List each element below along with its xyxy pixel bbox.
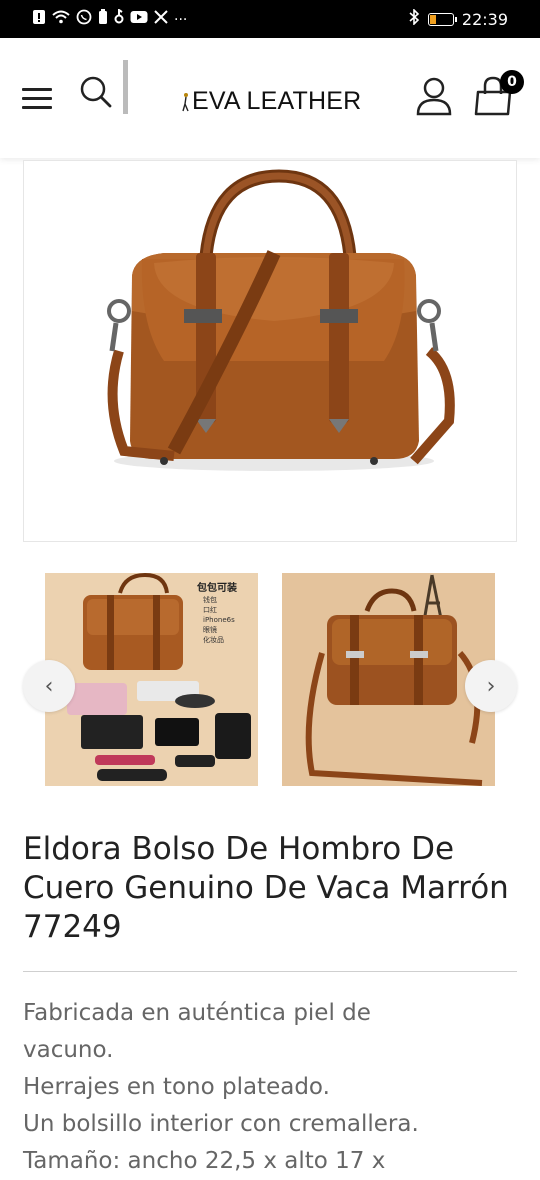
status-bar: ··· 22:39: [0, 0, 540, 38]
cart-icon[interactable]: 0: [472, 70, 524, 118]
account-icon[interactable]: [414, 76, 454, 116]
bag-main-picture: [107, 169, 455, 471]
product-description: Fabricada en auténtica piel de vacuno. H…: [23, 995, 523, 1180]
description-line: Un bolsillo interior con cremallera.: [23, 1111, 419, 1137]
site-header: EVA LEATHER 0: [0, 38, 540, 158]
status-bar-right: 22:39: [408, 8, 508, 29]
caption-item: iPhone6s: [203, 616, 235, 624]
x-icon: [154, 10, 168, 29]
menu-icon[interactable]: [22, 88, 52, 110]
gallery-next-button[interactable]: ›: [465, 660, 517, 712]
thumbnail-2[interactable]: [282, 573, 495, 786]
thumbnail-1[interactable]: 包包可装 钱包 口红 iPhone6s 眼镜 化妆品: [45, 573, 258, 786]
battery-saver-icon: [98, 9, 108, 30]
youtube-icon: [130, 10, 148, 29]
device-icon: [114, 8, 124, 30]
wifi-icon: [52, 10, 70, 29]
thumbnail-caption-title: 包包可装: [197, 583, 237, 594]
status-time: 22:39: [461, 9, 508, 29]
battery-icon: [427, 12, 457, 26]
description-line: Tamaño: ancho 22,5 x alto 17 x: [23, 1148, 386, 1174]
site-logo[interactable]: EVA LEATHER: [182, 84, 361, 118]
search-icon[interactable]: [78, 74, 114, 110]
logo-text: EVA LEATHER: [192, 86, 362, 115]
caption-item: 钱包: [203, 596, 217, 604]
logo-figure-icon: [182, 90, 190, 112]
product-title: Eldora Bolso De Hombro De Cuero Genuino …: [23, 831, 509, 945]
thumbnail-caption-list: 钱包 口红 iPhone6s 眼镜 化妆品: [203, 595, 235, 645]
description-line: vacuno.: [23, 1037, 114, 1063]
more-icon: ···: [174, 11, 188, 28]
gallery-prev-button[interactable]: ‹: [23, 660, 75, 712]
description-line: Herrajes en tono plateado.: [23, 1074, 330, 1100]
status-bar-left: ···: [32, 8, 188, 30]
whatsapp-icon: [76, 9, 92, 30]
description-line: Fabricada en auténtica piel de: [23, 1000, 371, 1026]
title-divider: [23, 971, 517, 972]
cart-count-badge: 0: [500, 70, 524, 94]
bag-eiffel-picture: [282, 573, 495, 786]
caption-item: 化妆品: [203, 636, 224, 644]
bluetooth-icon: [408, 8, 420, 29]
alert-icon: [32, 9, 46, 30]
chevron-left-icon: ‹: [44, 673, 54, 699]
chevron-right-icon: ›: [486, 673, 496, 699]
header-divider: [123, 60, 128, 114]
product-main-image[interactable]: [23, 160, 517, 542]
caption-item: 眼镜: [203, 626, 217, 634]
caption-item: 口红: [203, 606, 217, 614]
